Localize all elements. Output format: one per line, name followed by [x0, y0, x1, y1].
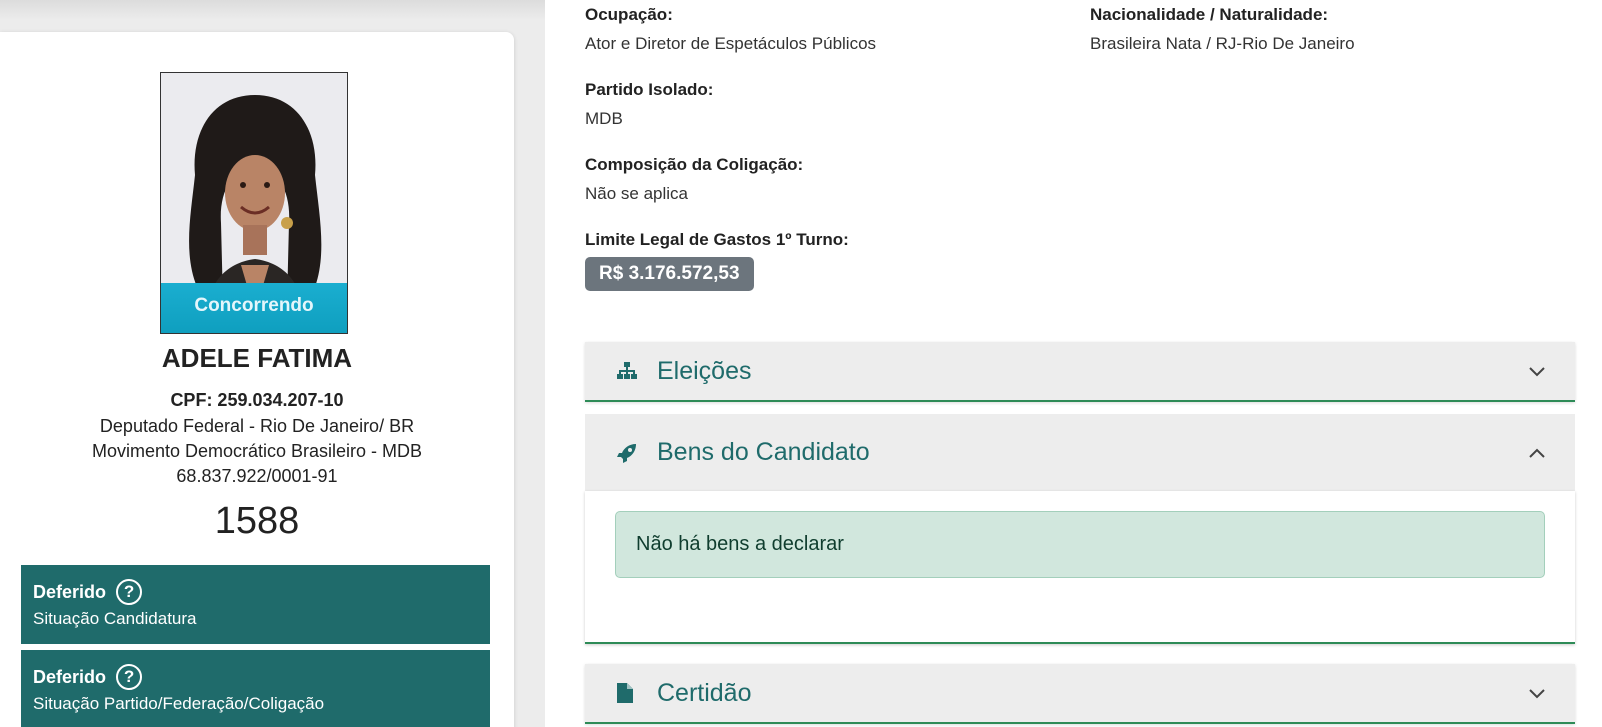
nationality-value: Brasileira Nata / RJ-Rio De Janeiro — [1090, 34, 1355, 53]
spend-limit-badge: R$ 3.176.572,53 — [585, 257, 754, 291]
chevron-up-icon — [1529, 442, 1545, 463]
candidate-office: Deputado Federal - Rio De Janeiro/ BR — [99, 416, 415, 436]
situation-party-subtitle: Situação Partido/Federação/Coligação — [33, 694, 325, 713]
spend-limit-label: Limite Legal de Gastos 1º Turno: — [585, 230, 849, 249]
candidate-photo: Concorrendo — [160, 72, 348, 334]
sitemap-icon — [617, 362, 639, 380]
candidate-name: ADELE FATIMA — [161, 343, 353, 373]
party-value: MDB — [585, 109, 623, 128]
rocket-icon — [617, 443, 639, 463]
question-circle-icon[interactable]: ? — [116, 664, 143, 690]
chevron-down-icon — [1529, 361, 1545, 382]
file-icon — [617, 683, 639, 703]
candidate-details-panel: Ocupação: Ator e Diretor de Espetáculos … — [545, 0, 1602, 727]
candidate-cpf: CPF: 259.034.207-10 — [170, 390, 344, 410]
accordion-assets-label: Bens do Candidato — [657, 438, 870, 466]
coalition-value: Não se aplica — [585, 184, 689, 203]
occupation-value: Ator e Diretor de Espetáculos Públicos — [585, 34, 877, 53]
situation-candidacy-subtitle: Situação Candidatura — [33, 609, 197, 628]
occupation-label: Ocupação: — [585, 5, 673, 24]
nationality-label: Nacionalidade / Naturalidade: — [1090, 5, 1329, 24]
party-label: Partido Isolado: — [585, 80, 714, 99]
situation-party-title: Deferido — [33, 666, 107, 687]
status-ribbon-label: Concorrendo — [194, 295, 314, 316]
candidate-cnpj: 68.837.922/0001-91 — [176, 466, 338, 486]
situation-candidacy-title: Deferido — [33, 581, 107, 602]
status-ribbon: Concorrendo — [161, 283, 347, 333]
accordion-assets-header[interactable]: Bens do Candidato — [585, 414, 1575, 491]
accordion-certificate-label: Certidão — [657, 678, 752, 707]
accordion-assets-body: Não há bens a declarar — [585, 491, 1575, 644]
no-assets-alert: Não há bens a declarar — [615, 511, 1545, 578]
situation-party-box: Deferido ? Situação Partido/Federação/Co… — [21, 650, 490, 727]
situation-candidacy-box: Deferido ? Situação Candidatura — [21, 565, 490, 644]
accordion-elections-label: Eleições — [657, 356, 752, 385]
top-shadow — [0, 0, 545, 20]
candidate-number: 1588 — [214, 500, 300, 542]
candidate-profile-card: Concorrendo ADELE FATIMA CPF: 259.034.20… — [0, 32, 514, 727]
question-circle-icon[interactable]: ? — [116, 579, 143, 605]
chevron-down-icon — [1529, 683, 1545, 704]
coalition-label: Composição da Coligação: — [585, 155, 804, 174]
accordion-elections-header[interactable]: Eleições — [585, 342, 1575, 402]
candidate-party: Movimento Democrático Brasileiro - MDB — [91, 441, 423, 461]
accordion-certificate-header[interactable]: Certidão — [585, 664, 1575, 724]
